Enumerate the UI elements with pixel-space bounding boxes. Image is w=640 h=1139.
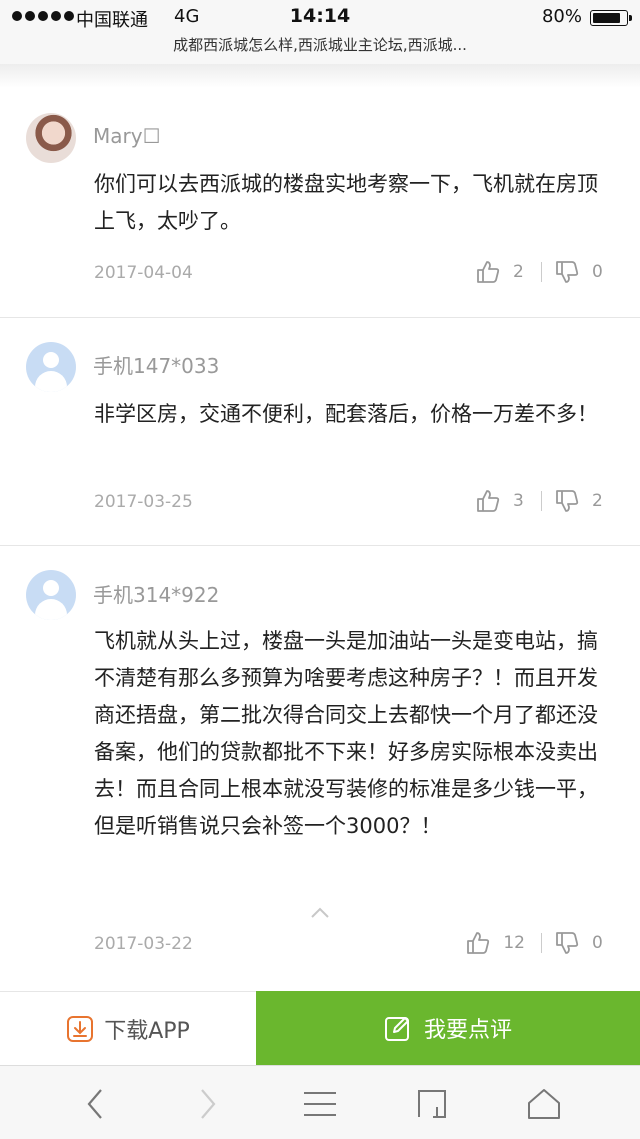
- edit-icon: [384, 1017, 409, 1041]
- battery-icon: [590, 10, 632, 26]
- comment-date: 2017-03-22: [94, 934, 193, 954]
- comment-date: 2017-04-04: [94, 263, 193, 283]
- divider: [541, 262, 542, 282]
- dislike-count: 0: [592, 262, 603, 282]
- comment-item: 手机314*922 飞机就从头上过，楼盘一头是加油站一头是变电站，搞不清楚有那么…: [0, 546, 640, 991]
- thumbs-down-icon[interactable]: [554, 930, 580, 956]
- user-avatar[interactable]: [26, 342, 76, 392]
- chevron-right-icon: [201, 1089, 216, 1119]
- tabs-icon: [418, 1090, 446, 1118]
- user-avatar[interactable]: [26, 113, 76, 163]
- chevron-left-icon: [87, 1089, 102, 1119]
- write-review-button[interactable]: 我要点评: [256, 991, 640, 1065]
- like-count: 12: [503, 933, 525, 953]
- download-app-label: 下载APP: [104, 1018, 190, 1044]
- download-icon: [67, 1015, 94, 1042]
- thumbs-down-icon[interactable]: [554, 259, 580, 285]
- user-avatar[interactable]: [26, 570, 76, 620]
- thumbs-down-icon[interactable]: [554, 488, 580, 514]
- battery-percent: 80%: [541, 6, 582, 27]
- thumbs-up-icon[interactable]: [465, 930, 491, 956]
- write-review-label: 我要点评: [423, 1018, 512, 1043]
- comment-item: 手机147*033 非学区房，交通不便利，配套落后，价格一万差不多！ 2017-…: [0, 318, 640, 546]
- comment-item: Mary☐ 你们可以去西派城的楼盘实地考察一下，飞机就在房顶上飞，太吵了。 20…: [0, 88, 640, 318]
- comment-username[interactable]: 手机147*033: [93, 350, 219, 379]
- comment-text: 你们可以去西派城的楼盘实地考察一下，飞机就在房顶上飞，太吵了。: [94, 172, 598, 233]
- home-button[interactable]: [524, 1084, 564, 1124]
- comment-username[interactable]: Mary☐: [93, 124, 161, 148]
- download-app-button[interactable]: 下载APP: [0, 991, 256, 1065]
- home-icon: [528, 1089, 560, 1119]
- page-title[interactable]: 成都西派城怎么样,西派城业主论坛,西派城...: [0, 34, 640, 64]
- comment-actions: 3 2: [475, 488, 604, 514]
- dislike-count: 0: [592, 933, 603, 953]
- divider: [541, 491, 542, 511]
- like-count: 3: [513, 491, 524, 511]
- comment-date: 2017-03-25: [94, 492, 193, 512]
- tabs-button[interactable]: [412, 1084, 452, 1124]
- thumbs-up-icon[interactable]: [475, 488, 501, 514]
- collapse-chevron-up-icon[interactable]: [310, 906, 330, 920]
- browser-toolbar: [0, 1065, 640, 1139]
- forward-button[interactable]: [188, 1084, 228, 1124]
- menu-icon: [304, 1092, 336, 1116]
- status-bar: 中国联通 4G 14:14 80%: [0, 0, 640, 34]
- like-count: 2: [513, 262, 524, 282]
- divider: [541, 933, 542, 953]
- comment-text: 飞机就从头上过，楼盘一头是加油站一头是变电站，搞不清楚有那么多预算为啥要考虑这种…: [94, 629, 598, 838]
- menu-button[interactable]: [300, 1084, 340, 1124]
- comment-username[interactable]: 手机314*922: [93, 579, 219, 608]
- comment-text: 非学区房，交通不便利，配套落后，价格一万差不多！: [94, 402, 598, 426]
- back-button[interactable]: [75, 1084, 115, 1124]
- header-shadow: [0, 64, 640, 88]
- comment-actions: 12 0: [465, 930, 604, 956]
- comment-actions: 2 0: [475, 259, 604, 285]
- thumbs-up-icon[interactable]: [475, 259, 501, 285]
- bottom-action-bar: 下载APP 我要点评: [0, 991, 640, 1065]
- dislike-count: 2: [592, 491, 603, 511]
